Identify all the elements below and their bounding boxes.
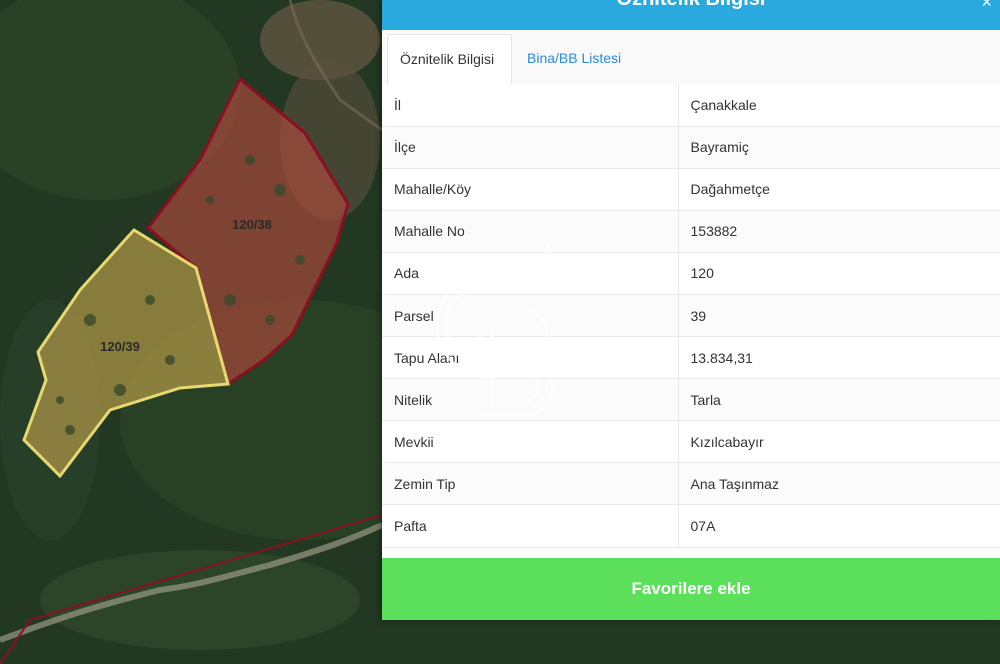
close-icon[interactable]: × (981, 0, 992, 13)
table-row: Mahalle/Köy Dağahmetçe (382, 168, 1000, 211)
attribute-value: Bayramiç (678, 126, 1000, 169)
table-row: Nitelik Tarla (382, 378, 1000, 422)
attribute-value: Dağahmetçe (678, 168, 1000, 211)
attribute-key: Parsel (382, 294, 679, 338)
table-row: İlçe Bayramiç (382, 126, 1000, 169)
table-row: Ada 120 (382, 252, 1000, 295)
parcel-label-120-38: 120/38 (232, 217, 272, 232)
attribute-key: Ada (382, 252, 679, 295)
add-to-favorites-button[interactable]: Favorilere ekle (382, 558, 1000, 620)
attribute-key: Mevkii (382, 420, 679, 464)
attribute-value: 07A (678, 504, 1000, 548)
table-row: Tapu Alanı 13.834,31 (382, 336, 1000, 380)
table-row: Zemin Tip Ana Taşınmaz (382, 462, 1000, 506)
attribute-value: 120 (678, 252, 1000, 295)
tab-building-list[interactable]: Bina/BB Listesi (515, 34, 645, 84)
panel-title: Öznitelik Bilgisi (382, 0, 1000, 11)
attribute-value: 13.834,31 (678, 336, 1000, 380)
attribute-value: Tarla (678, 378, 1000, 422)
attribute-key: Nitelik (382, 378, 679, 422)
table-row: Mevkii Kızılcabayır (382, 420, 1000, 464)
table-row: Parsel 39 (382, 294, 1000, 338)
attribute-value: Ana Taşınmaz (678, 462, 1000, 506)
panel-header: Öznitelik Bilgisi × (382, 0, 1000, 30)
attribute-table: İl Çanakkale İlçe Bayramiç Mahalle/Köy Dağahm… (382, 84, 1000, 548)
attribute-key: İl (382, 84, 679, 127)
attribute-value: 39 (678, 294, 1000, 338)
attribute-key: Zemin Tip (382, 462, 679, 506)
attribute-key: Tapu Alanı (382, 336, 679, 380)
table-row: İl Çanakkale (382, 84, 1000, 127)
attribute-value: 153882 (678, 210, 1000, 253)
tab-bar: Öznitelik Bilgisi Bina/BB Listesi (382, 30, 1000, 85)
parcel-label-120-39: 120/39 (100, 339, 140, 354)
attribute-key: Mahalle/Köy (382, 168, 679, 211)
table-row: Pafta 07A (382, 504, 1000, 548)
attribute-panel: Öznitelik Bilgisi × Öznitelik Bilgisi Bi… (382, 0, 1000, 620)
attribute-value: Kızılcabayır (678, 420, 1000, 464)
table-row: Mahalle No 153882 (382, 210, 1000, 253)
attribute-key: İlçe (382, 126, 679, 169)
attribute-value: Çanakkale (678, 84, 1000, 127)
tab-attributes[interactable]: Öznitelik Bilgisi (387, 34, 512, 84)
attribute-key: Pafta (382, 504, 679, 548)
attribute-key: Mahalle No (382, 210, 679, 253)
